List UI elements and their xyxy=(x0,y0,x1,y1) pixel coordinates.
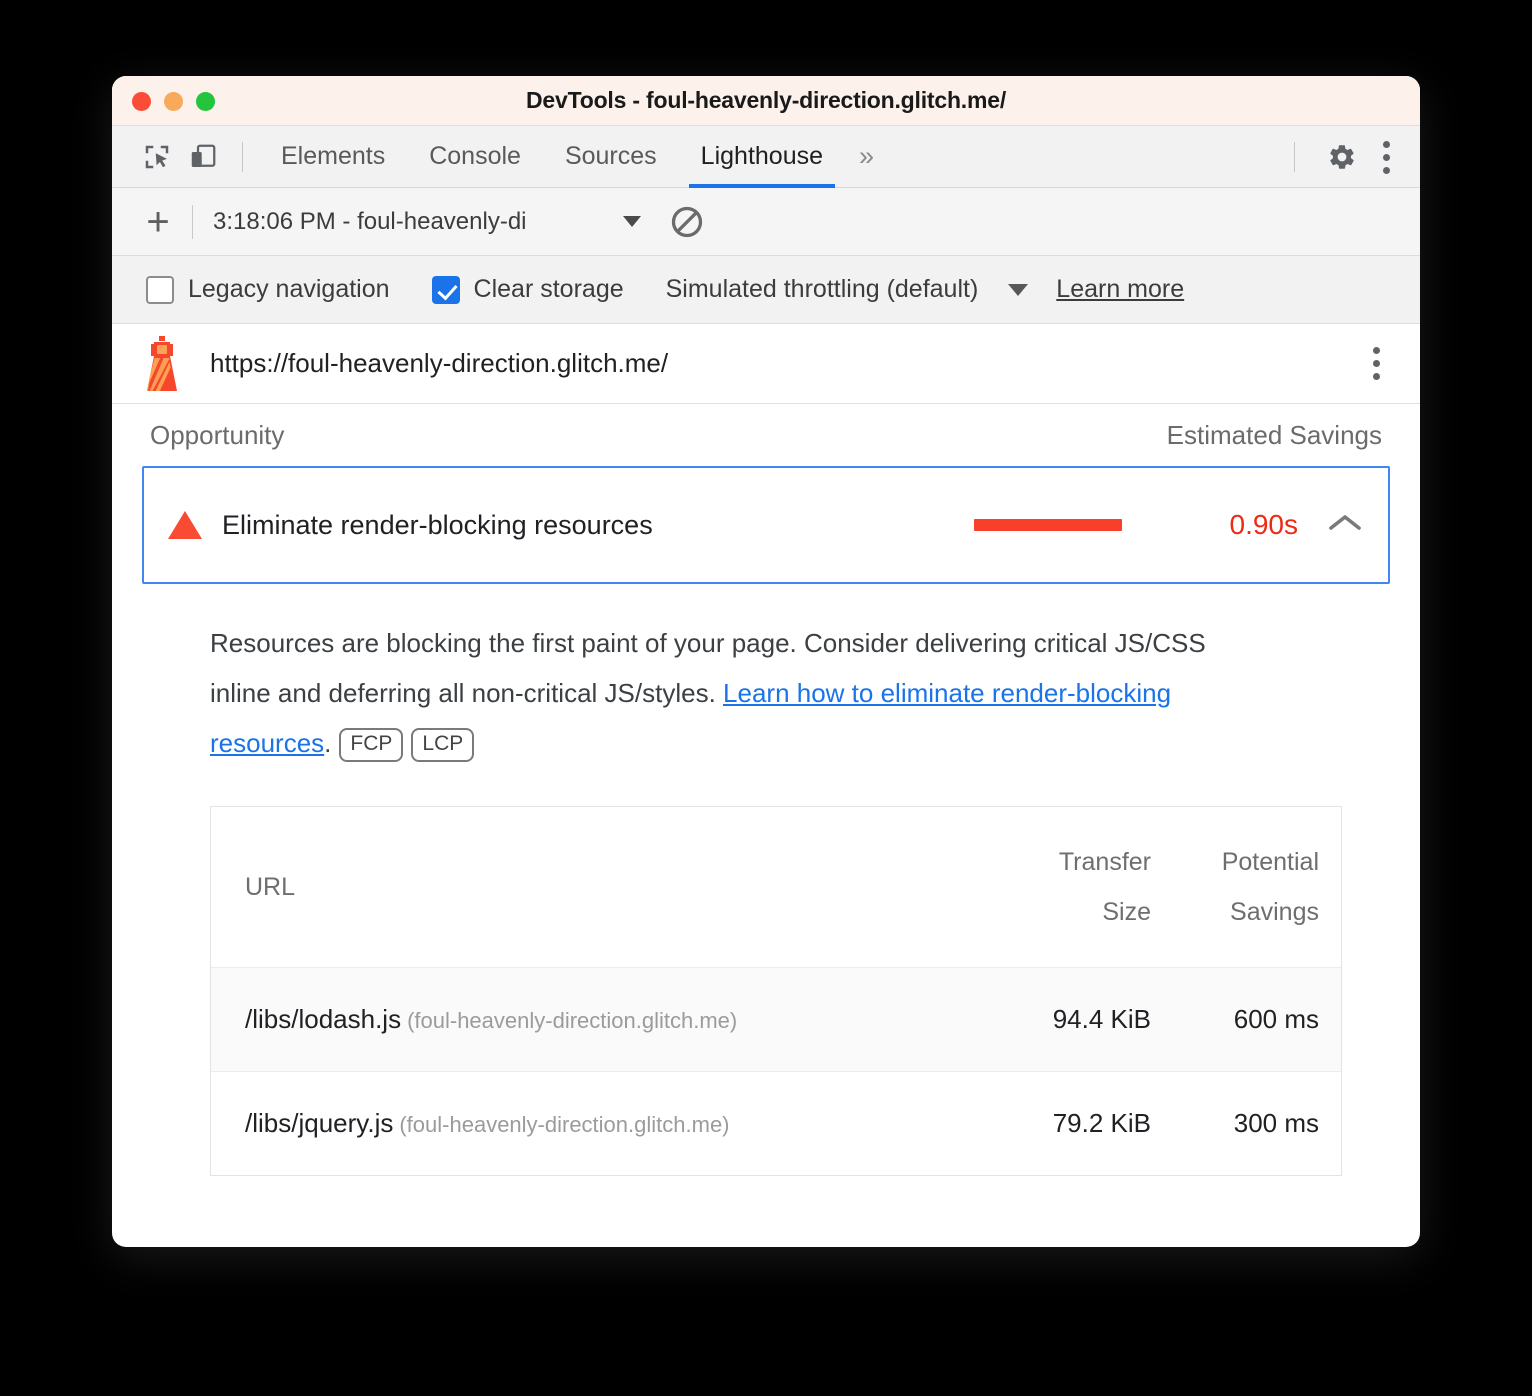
lighthouse-settings-bar: Legacy navigation Clear storage Simulate… xyxy=(112,256,1420,324)
opportunities-section: Opportunity Estimated Savings Eliminate … xyxy=(112,404,1420,1176)
tab-console-label: Console xyxy=(429,142,521,170)
report-select-label: 3:18:06 PM - foul-heavenly-di xyxy=(213,207,527,235)
window-titlebar: DevTools - foul-heavenly-direction.glitc… xyxy=(112,76,1420,126)
devtools-tabbar: Elements Console Sources Lighthouse » xyxy=(112,126,1420,188)
learn-more-link[interactable]: Learn more xyxy=(1056,275,1184,304)
report-menu-icon[interactable] xyxy=(1363,341,1390,386)
row-potential-savings: 600 ms xyxy=(1233,1004,1319,1034)
row-potential-savings: 300 ms xyxy=(1151,1071,1341,1175)
device-toolbar-icon[interactable] xyxy=(180,134,226,180)
minimize-window-button[interactable] xyxy=(164,91,183,111)
header-potential-savings: Potential Savings xyxy=(1151,807,1341,968)
lighthouse-runbar: + 3:18:06 PM - foul-heavenly-di xyxy=(112,188,1420,256)
tab-sources[interactable]: Sources xyxy=(543,126,679,188)
row-url-cell: /libs/lodash.js (foul-heavenly-direction.… xyxy=(211,968,981,1072)
header-transfer-size-line2: Size xyxy=(1102,898,1151,926)
clear-storage-label: Clear storage xyxy=(473,275,624,303)
close-window-button[interactable] xyxy=(132,91,151,111)
table-row[interactable]: /libs/lodash.js (foul-heavenly-direction.… xyxy=(211,967,1341,1072)
inspect-element-icon[interactable] xyxy=(134,134,180,180)
clear-reports-button[interactable] xyxy=(669,204,705,240)
resources-table: URL Transfer Size Potential Savings /lib… xyxy=(211,807,1341,1175)
new-report-button[interactable]: + xyxy=(136,202,180,242)
opportunity-table-header: Opportunity Estimated Savings xyxy=(142,404,1390,466)
row-path: /libs/jquery.js xyxy=(245,1108,394,1138)
tab-sources-label: Sources xyxy=(564,142,657,170)
report-select[interactable]: 3:18:06 PM - foul-heavenly-di xyxy=(213,208,641,236)
legacy-navigation-checkbox-box[interactable] xyxy=(146,275,174,304)
header-transfer-size: Transfer Size xyxy=(981,807,1151,968)
screenshot-root: DevTools - foul-heavenly-direction.glitc… xyxy=(0,0,1532,1396)
row-transfer-size: 94.4 KiB xyxy=(1052,1004,1151,1034)
window-controls[interactable] xyxy=(132,76,215,126)
estimated-savings-column-label: Estimated Savings xyxy=(1166,419,1382,450)
resources-table-body: /libs/lodash.js (foul-heavenly-direction.… xyxy=(211,967,1341,1175)
tab-console[interactable]: Console xyxy=(407,126,543,188)
runbar-divider xyxy=(192,204,193,239)
resources-table-head: URL Transfer Size Potential Savings xyxy=(211,807,1341,968)
lighthouse-icon xyxy=(147,335,177,391)
opportunity-column-label: Opportunity xyxy=(150,419,285,450)
row-path: /libs/lodash.js xyxy=(245,1004,402,1034)
devtools-main-menu-icon[interactable] xyxy=(1373,135,1400,180)
table-row[interactable]: /libs/jquery.js (foul-heavenly-direction.… xyxy=(211,1071,1341,1175)
legacy-navigation-label: Legacy navigation xyxy=(188,275,390,303)
report-url-header: https://foul-heavenly-direction.glitch.m… xyxy=(112,324,1420,404)
row-url-cell: /libs/jquery.js (foul-heavenly-direction.… xyxy=(211,1071,981,1175)
clear-storage-checkbox-box[interactable] xyxy=(431,275,460,304)
metric-badge-lcp: LCP xyxy=(411,728,475,762)
chevron-down-icon xyxy=(623,216,641,227)
toolbar-divider xyxy=(242,141,243,172)
panel-tabs: Elements Console Sources Lighthouse xyxy=(259,126,845,188)
gear-icon[interactable] xyxy=(1319,134,1365,180)
devtools-window: DevTools - foul-heavenly-direction.glitc… xyxy=(112,76,1420,1247)
header-potential-savings-line2: Savings xyxy=(1230,898,1319,926)
tab-elements-label: Elements xyxy=(281,142,386,170)
metric-badge-fcp: FCP xyxy=(339,728,404,762)
clear-storage-checkbox[interactable]: Clear storage xyxy=(431,275,624,304)
tab-elements[interactable]: Elements xyxy=(259,126,407,188)
row-transfer-size: 79.2 KiB xyxy=(981,1071,1151,1175)
opportunity-title: Eliminate render-blocking resources xyxy=(222,509,653,540)
row-host: (foul-heavenly-direction.glitch.me) xyxy=(407,1008,738,1033)
table-header-row: URL Transfer Size Potential Savings xyxy=(211,807,1341,968)
legacy-navigation-checkbox[interactable]: Legacy navigation xyxy=(146,275,390,304)
tab-lighthouse-label: Lighthouse xyxy=(700,142,823,170)
throttling-chevron-down-icon[interactable] xyxy=(1008,283,1029,296)
savings-bar xyxy=(974,519,1122,531)
header-url: URL xyxy=(211,807,981,968)
header-transfer-size-line1: Transfer xyxy=(1058,848,1151,876)
opportunity-description: Resources are blocking the first paint o… xyxy=(142,584,1302,768)
savings-value: 0.90s xyxy=(1229,509,1299,540)
description-text-part2: . xyxy=(324,728,332,758)
render-blocking-resources-table: URL Transfer Size Potential Savings /lib… xyxy=(210,806,1342,1176)
row-host: (foul-heavenly-direction.glitch.me) xyxy=(399,1112,730,1137)
tab-lighthouse[interactable]: Lighthouse xyxy=(679,126,845,188)
tabbar-actions xyxy=(1278,126,1400,188)
toolbar-divider-right xyxy=(1294,142,1295,172)
maximize-window-button[interactable] xyxy=(196,91,215,111)
opportunity-row-render-blocking[interactable]: Eliminate render-blocking resources 0.90… xyxy=(142,466,1390,584)
header-potential-savings-line1: Potential xyxy=(1221,848,1319,876)
report-url-text: https://foul-heavenly-direction.glitch.m… xyxy=(210,348,669,378)
warning-triangle-icon xyxy=(168,511,202,539)
chevron-up-icon[interactable] xyxy=(1328,512,1362,539)
more-tabs-icon[interactable]: » xyxy=(845,143,888,170)
throttling-label: Simulated throttling (default) xyxy=(665,275,979,303)
window-title: DevTools - foul-heavenly-direction.glitc… xyxy=(525,87,1007,113)
